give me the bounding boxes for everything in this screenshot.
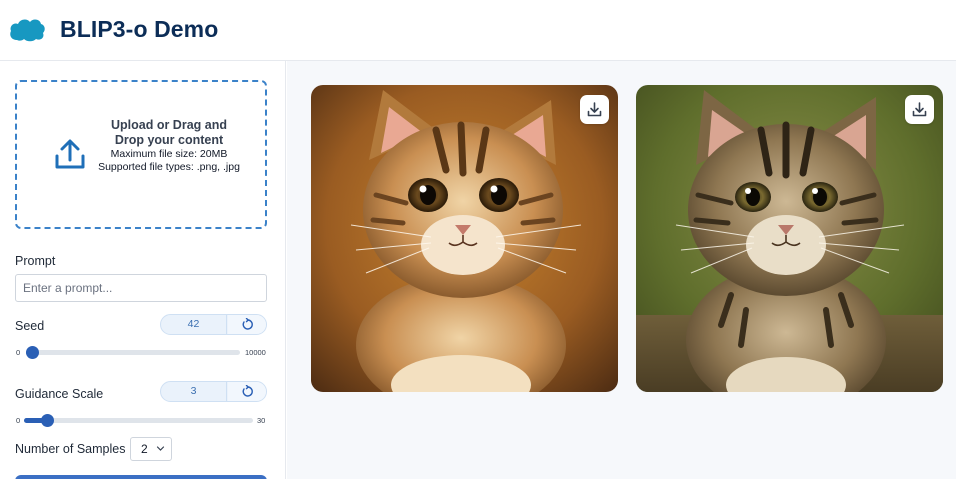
seed-slider[interactable] <box>26 346 240 359</box>
prompt-label: Prompt <box>15 254 56 268</box>
reset-icon <box>242 385 253 397</box>
generated-image-1[interactable] <box>311 85 618 392</box>
kitten-image-2 <box>636 85 943 392</box>
guidance-number-field[interactable]: 3 <box>160 381 267 402</box>
guidance-slider[interactable] <box>24 414 253 427</box>
samples-select[interactable]: 2 <box>130 437 172 461</box>
controls-sidebar: Upload or Drag and Drop your content Max… <box>0 61 286 479</box>
seed-slider-thumb[interactable] <box>26 346 39 359</box>
seed-reset-button[interactable] <box>228 315 266 334</box>
upload-file-types: Supported file types: .png, .jpg <box>98 161 240 173</box>
prompt-input[interactable] <box>15 274 267 302</box>
download-button-1[interactable] <box>580 95 609 124</box>
upload-dropzone[interactable]: Upload or Drag and Drop your content Max… <box>15 80 267 229</box>
upload-text: Upload or Drag and Drop your content Max… <box>95 118 243 174</box>
app-title: BLIP3-o Demo <box>60 16 219 42</box>
upload-icon <box>55 139 85 169</box>
samples-value: 2 <box>141 442 148 456</box>
generate-button[interactable] <box>15 475 267 479</box>
seed-number-field[interactable]: 42 <box>160 314 267 335</box>
reset-icon <box>242 318 253 330</box>
generated-image-2[interactable] <box>636 85 943 392</box>
download-icon <box>912 102 927 117</box>
guidance-slider-thumb[interactable] <box>40 414 54 427</box>
guidance-max: 30 <box>257 416 266 425</box>
seed-label: Seed <box>15 319 45 333</box>
cloud-logo-icon <box>10 19 45 42</box>
samples-label: Number of Samples <box>15 442 126 456</box>
kitten-image-1 <box>311 85 618 392</box>
download-icon <box>587 102 602 117</box>
chevron-down-icon <box>156 446 165 451</box>
upload-title: Upload or Drag and Drop your content <box>111 118 227 147</box>
upload-max-size: Maximum file size: 20MB <box>110 148 228 160</box>
download-button-2[interactable] <box>905 95 934 124</box>
seed-value[interactable]: 42 <box>161 315 227 334</box>
output-gallery <box>287 61 956 479</box>
guidance-reset-button[interactable] <box>228 382 266 401</box>
app-header: BLIP3-o Demo <box>0 0 956 61</box>
guidance-value[interactable]: 3 <box>161 382 227 401</box>
guidance-label: Guidance Scale <box>15 387 104 401</box>
seed-max: 10000 <box>245 348 266 357</box>
guidance-min: 0 <box>16 416 21 425</box>
seed-min: 0 <box>16 348 21 357</box>
